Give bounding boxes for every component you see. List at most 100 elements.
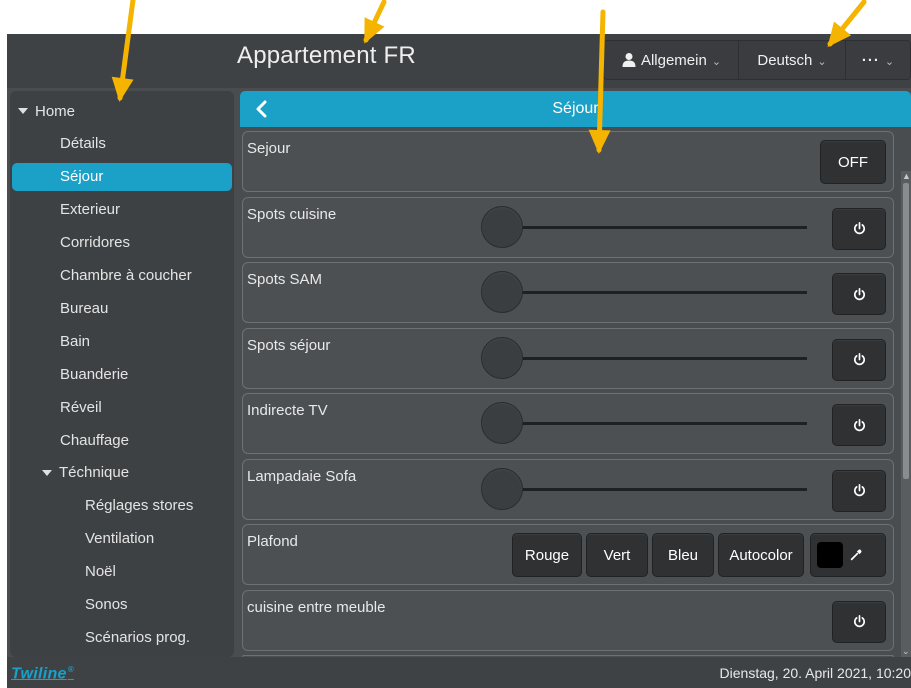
- sidebar-item-label: Réveil: [60, 398, 102, 416]
- device-label: Indirecte TV: [247, 402, 328, 419]
- dimmer-slider-handle[interactable]: [481, 205, 523, 248]
- sidebar-item[interactable]: Bureau: [60, 294, 108, 322]
- dimmer-slider-handle[interactable]: [481, 336, 523, 379]
- sidebar-item-label: Noël: [85, 563, 116, 581]
- caret-down-icon[interactable]: [18, 108, 28, 114]
- scroll-up-icon[interactable]: ▲: [902, 171, 911, 181]
- power-button[interactable]: [832, 600, 886, 643]
- color-preset-label: Bleu: [667, 546, 699, 564]
- dimmer-slider-handle[interactable]: [481, 271, 523, 313]
- color-preset-button[interactable]: Rouge: [512, 533, 582, 577]
- device-label: Spots cuisine: [247, 205, 337, 223]
- caret-down-icon[interactable]: [42, 469, 52, 476]
- dimmer-slider-track[interactable]: [509, 422, 807, 425]
- page-title: Séjour: [552, 100, 599, 117]
- sidebar-item-label: Bain: [60, 332, 91, 350]
- more-icon: ···: [861, 51, 880, 69]
- sidebar-item-label: Détails: [60, 135, 106, 153]
- sidebar-item[interactable]: Réglages stores: [85, 492, 193, 520]
- power-icon: [852, 352, 867, 367]
- device-label: Lampadaie Sofa: [247, 467, 357, 485]
- brand-name: Twiline: [11, 665, 67, 683]
- annotation-strip: [0, 0, 911, 34]
- color-preset-label: Rouge: [524, 546, 570, 564]
- power-button[interactable]: [832, 273, 886, 315]
- sidebar-item[interactable]: Détails: [60, 130, 106, 158]
- sidebar-item[interactable]: Chauffage: [60, 426, 129, 454]
- scroll-down-icon[interactable]: ⌄: [902, 646, 910, 657]
- sidebar-item[interactable]: Réveil: [60, 393, 102, 421]
- color-preset-button[interactable]: Vert: [586, 533, 648, 577]
- sidebar-item[interactable]: Corridores: [60, 229, 130, 257]
- brand-logo: Twiline®: [11, 665, 74, 683]
- power-button[interactable]: [832, 404, 886, 446]
- language-menu-button[interactable]: Deutsch ⌄: [738, 40, 846, 80]
- device-card: Spots SAM: [242, 262, 894, 323]
- power-icon: [852, 287, 867, 302]
- power-icon: [852, 221, 867, 236]
- device-label: Plafond: [247, 533, 298, 550]
- scrollbar[interactable]: ▲ ⌄: [901, 171, 911, 657]
- user-menu-button[interactable]: Allgemein ⌄: [603, 40, 739, 80]
- dimmer-slider-track[interactable]: [509, 291, 807, 294]
- sidebar-item-label: Séjour: [60, 168, 104, 186]
- device-card: Indirecte TV: [242, 393, 894, 454]
- power-button[interactable]: [832, 469, 886, 512]
- color-preset-button[interactable]: Bleu: [652, 533, 714, 577]
- sidebar-item[interactable]: Téchnique: [42, 459, 129, 487]
- more-menu-button[interactable]: ··· ⌄: [845, 40, 911, 80]
- chevron-down-icon: ⌄: [711, 55, 722, 68]
- sidebar-item-label: Sonos: [85, 596, 128, 613]
- power-icon: [852, 418, 867, 433]
- sidebar-item[interactable]: Bain: [60, 327, 90, 355]
- color-picker-button[interactable]: [810, 533, 886, 577]
- sidebar-item[interactable]: Chambre à coucher: [60, 262, 192, 290]
- app-window: Appartement FR Allgemein ⌄ Deutsch ⌄ ···…: [7, 34, 911, 688]
- color-preset-button[interactable]: Autocolor: [718, 533, 804, 577]
- sidebar-item-label: Exterieur: [60, 201, 121, 219]
- device-card: Spots séjour: [242, 327, 894, 389]
- sidebar-item-label: Chambre à coucher: [60, 267, 192, 284]
- eyedropper-icon: [849, 548, 863, 562]
- device-card: cuisine entre meuble: [242, 589, 894, 651]
- sidebar-item-label: Scénarios prog.: [85, 628, 191, 646]
- sidebar-item-label: Home: [35, 102, 76, 120]
- sidebar-item[interactable]: Exterieur: [60, 196, 120, 224]
- power-button[interactable]: [832, 207, 886, 250]
- dimmer-slider-handle[interactable]: [481, 467, 523, 510]
- sidebar-item-label: Buanderie: [60, 365, 129, 383]
- dimmer-slider-track[interactable]: [509, 487, 807, 491]
- device-label: Spots séjour: [247, 336, 331, 354]
- sidebar-item[interactable]: Scénarios prog.: [85, 623, 190, 651]
- sidebar-item[interactable]: Sonos: [85, 591, 128, 619]
- color-preset-label: Vert: [603, 546, 631, 564]
- dimmer-slider-track[interactable]: [509, 225, 807, 229]
- scroll-thumb[interactable]: [903, 183, 909, 479]
- user-menu-label: Allgemein: [640, 51, 707, 69]
- dimmer-slider-handle[interactable]: [481, 402, 523, 444]
- sidebar-item[interactable]: Buanderie: [60, 360, 128, 388]
- sidebar-item[interactable]: Noël: [85, 558, 116, 586]
- page-header: Séjour: [240, 91, 911, 127]
- color-swatch: [817, 542, 843, 568]
- sidebar-item[interactable]: Home: [18, 97, 75, 125]
- user-icon: [622, 53, 636, 67]
- app-title: Appartement FR: [237, 42, 416, 69]
- device-card: Sejour OFF: [242, 131, 894, 192]
- chevron-down-icon: ⌄: [884, 55, 895, 68]
- sidebar-item[interactable]: Ventilation: [85, 525, 154, 553]
- device-label: Spots SAM: [247, 271, 323, 288]
- chevron-down-icon: ⌄: [817, 55, 827, 68]
- footer-bar: Twiline® Dienstag, 20. April 2021, 10:20: [7, 657, 911, 688]
- language-label: Deutsch: [757, 51, 813, 69]
- toggle-button[interactable]: OFF: [820, 140, 886, 184]
- sidebar-item-label: Bureau: [60, 299, 109, 317]
- power-button[interactable]: [832, 338, 886, 381]
- back-arrow-icon[interactable]: [250, 97, 274, 121]
- dimmer-slider-track[interactable]: [509, 356, 807, 360]
- main-panel: Séjour Sejour OFF Spots cuisine Spots SAM Sp…: [240, 91, 911, 657]
- sidebar-item[interactable]: Séjour: [12, 162, 232, 191]
- color-preset-label: Autocolor: [729, 546, 793, 564]
- device-card: Lampadaie Sofa: [242, 458, 894, 520]
- power-icon: [852, 614, 867, 629]
